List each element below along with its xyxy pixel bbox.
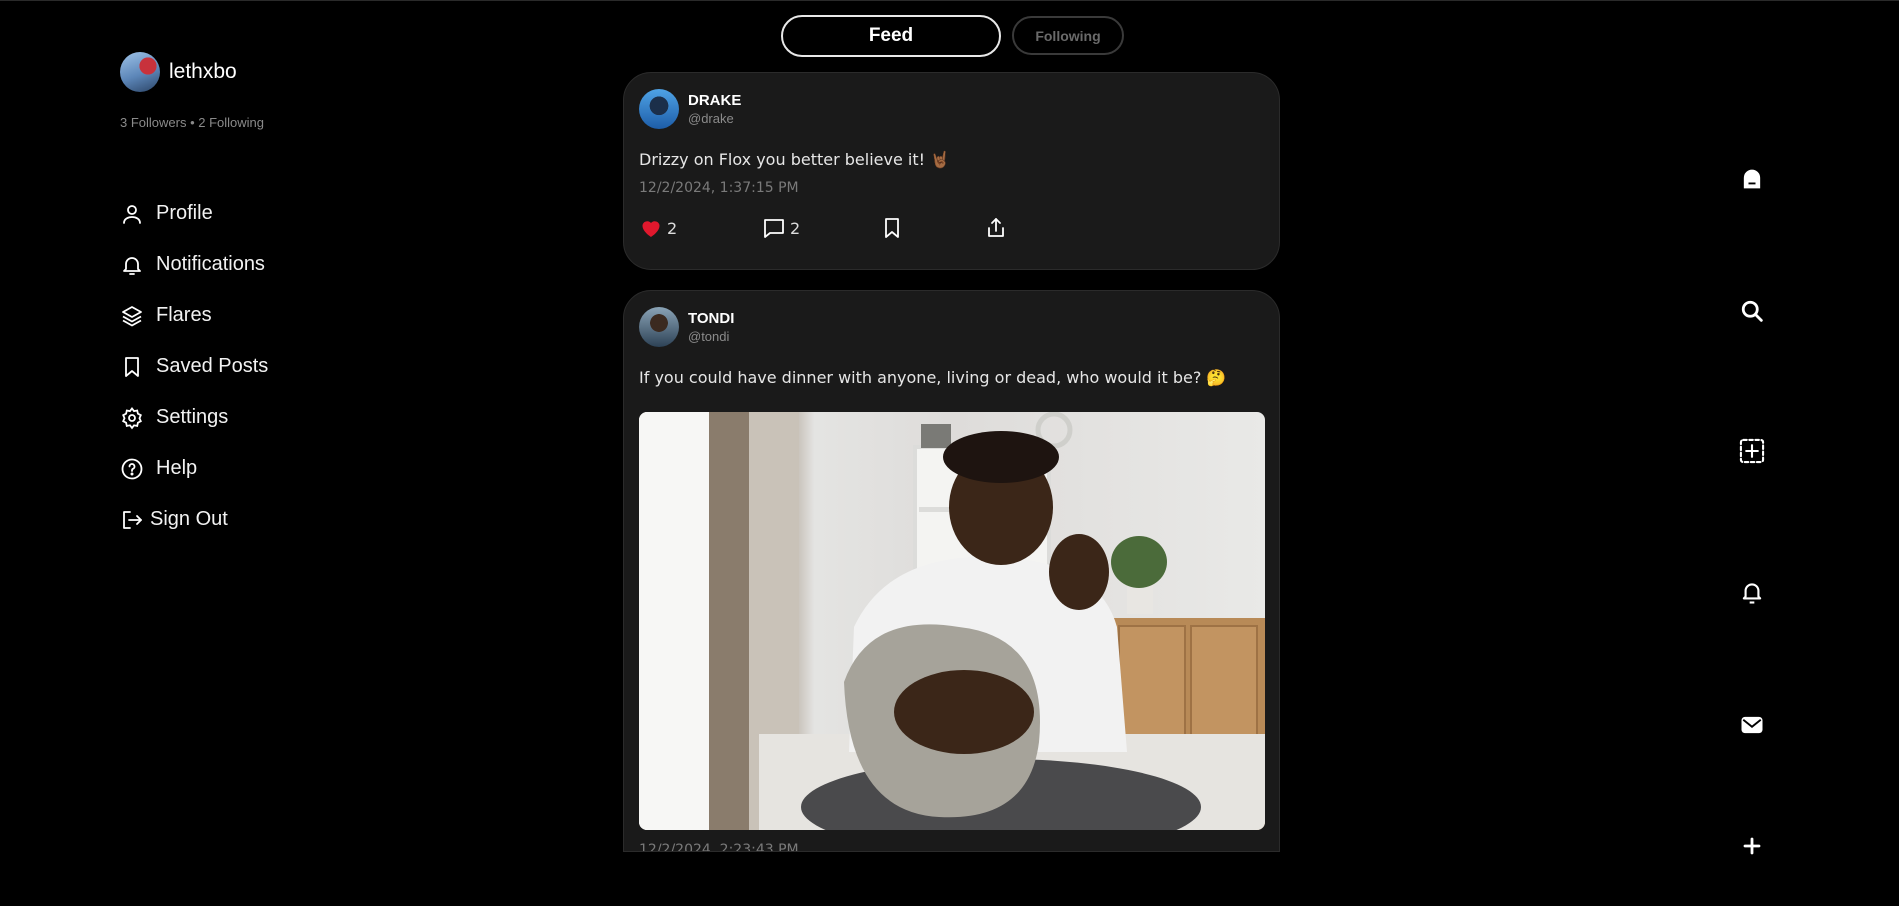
post-image[interactable] (639, 412, 1265, 830)
help-icon (121, 458, 143, 479)
bell-icon (123, 256, 141, 275)
top-border (0, 0, 1899, 1)
author-handle[interactable]: @tondi (688, 328, 734, 345)
tab-feed[interactable]: Feed (781, 15, 1001, 57)
like-count: 2 (667, 218, 678, 238)
sidebar-item-label: Profile (156, 202, 213, 224)
post-text: If you could have dinner with anyone, li… (639, 368, 1227, 387)
author-name[interactable]: TONDI (688, 310, 734, 328)
author-name[interactable]: DRAKE (688, 92, 741, 110)
home-icon (1743, 169, 1761, 189)
post-card[interactable]: DRAKE @drake Drizzy on Flox you better b… (623, 72, 1280, 270)
rail-create-post[interactable] (1738, 437, 1766, 465)
feed-tabs: Feed Following (781, 15, 1124, 57)
sidebar-item-label: Sign Out (150, 508, 228, 530)
man-hugging-pillow-photo (639, 412, 1265, 830)
sign-out-icon (123, 510, 142, 529)
avatar[interactable] (120, 52, 160, 92)
rail-notifications[interactable] (1738, 578, 1766, 606)
username: lethxbo (169, 60, 237, 83)
sidebar-nav: Profile Notifications Flares Saved Posts… (120, 188, 268, 545)
save-button[interactable] (880, 216, 904, 240)
search-icon (1741, 300, 1763, 322)
sidebar-item-label: Saved Posts (156, 355, 269, 377)
sidebar-item-saved-posts[interactable]: Saved Posts (120, 341, 268, 392)
plus-icon (1743, 837, 1761, 855)
sidebar-item-label: Flares (156, 304, 212, 326)
notifications-icon (1742, 583, 1762, 604)
layers-icon (122, 305, 142, 326)
heart-icon (642, 221, 660, 237)
sidebar-item-flares[interactable]: Flares (120, 290, 268, 341)
comment-button[interactable]: 2 (762, 216, 800, 240)
post-timestamp: 12/2/2024, 1:37:15 PM (639, 180, 799, 196)
comment-icon (764, 219, 784, 238)
sidebar-item-label: Settings (156, 406, 229, 428)
sidebar-item-profile[interactable]: Profile (120, 188, 268, 239)
rail-home[interactable] (1738, 165, 1766, 193)
comment-count: 2 (790, 218, 801, 238)
bookmark-icon (125, 356, 139, 377)
share-icon (988, 218, 1004, 237)
author-avatar[interactable] (639, 89, 679, 129)
sidebar-item-sign-out[interactable]: Sign Out (120, 494, 268, 545)
tab-following[interactable]: Following (1012, 16, 1124, 55)
post-timestamp: 12/2/2024, 2:23:43 PM (639, 842, 799, 852)
user-icon (123, 204, 141, 224)
sidebar-item-settings[interactable]: Settings (120, 392, 268, 443)
rail-messages[interactable] (1738, 711, 1766, 739)
current-user[interactable]: lethxbo (120, 52, 237, 92)
sidebar-item-help[interactable]: Help (120, 443, 268, 494)
author-avatar[interactable] (639, 307, 679, 347)
bookmark-icon (885, 218, 899, 238)
post-actions: 2 2 (639, 210, 1264, 246)
post-text: Drizzy on Flox you better believe it! 🤘🏾 (639, 150, 951, 169)
sidebar-item-label: Help (156, 457, 198, 479)
post-card[interactable]: TONDI @tondi If you could have dinner wi… (623, 290, 1280, 852)
create-post-icon (1739, 438, 1765, 464)
like-button[interactable]: 2 (639, 216, 677, 240)
post-header: DRAKE @drake (639, 88, 1264, 130)
author-handle[interactable]: @drake (688, 110, 741, 127)
sidebar-item-label: Notifications (156, 253, 265, 275)
follow-stats: 3 Followers • 2 Following (120, 115, 264, 130)
rail-search[interactable] (1738, 297, 1766, 325)
sidebar-item-notifications[interactable]: Notifications (120, 239, 268, 290)
gear-icon (122, 406, 142, 429)
share-button[interactable] (984, 216, 1008, 240)
rail-plus[interactable] (1738, 832, 1766, 860)
messages-icon (1741, 716, 1763, 734)
post-header: TONDI @tondi (639, 306, 1264, 348)
